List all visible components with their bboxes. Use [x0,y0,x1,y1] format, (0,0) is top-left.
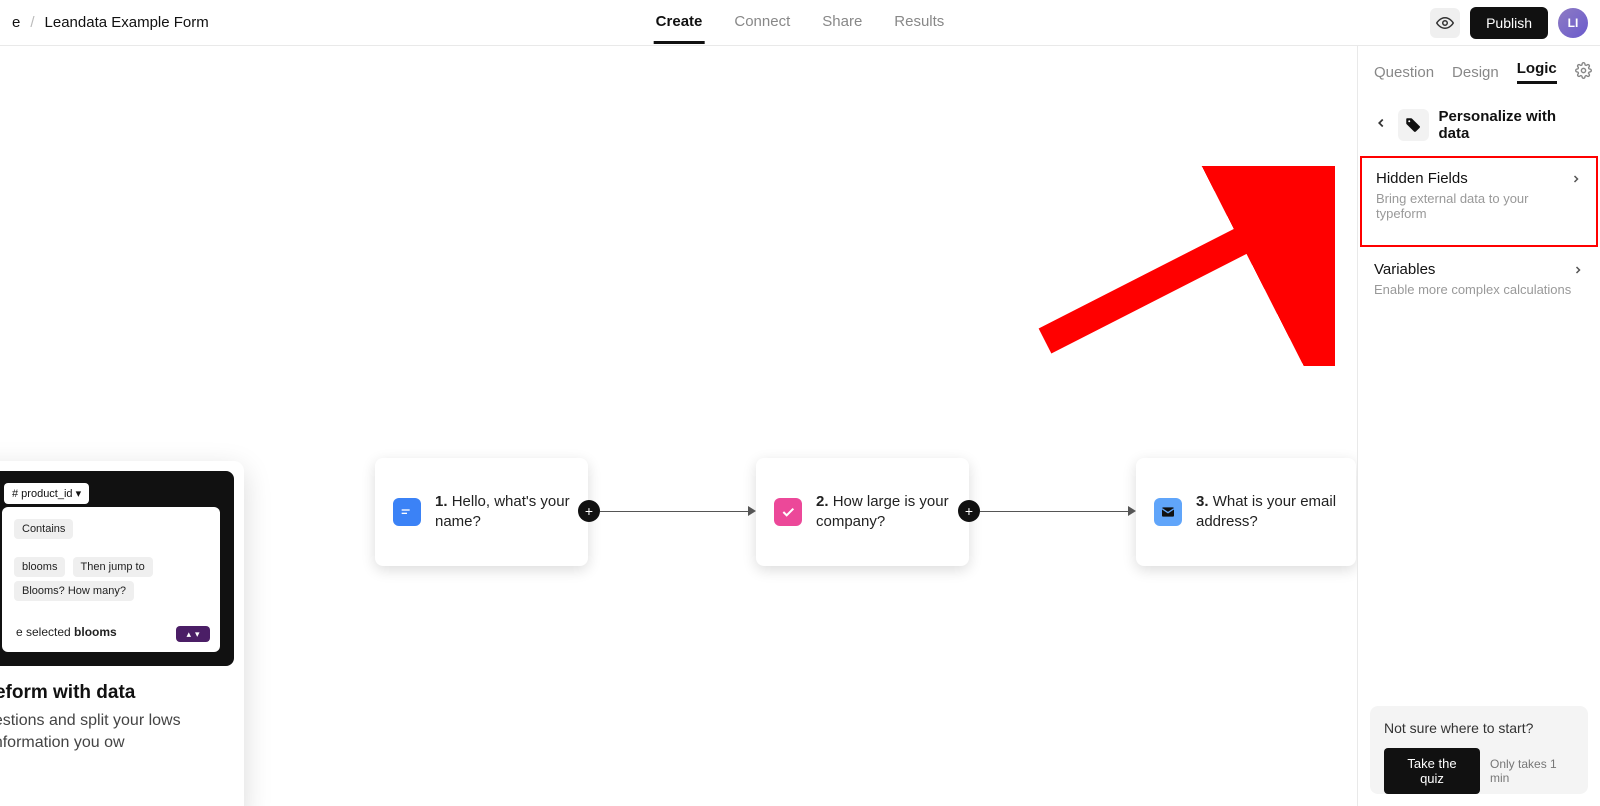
panel-item-title: Hidden Fields [1376,170,1468,187]
preview-button[interactable] [1430,8,1460,38]
promo-mock-screen: # product_id ▾ Contains blooms Then jump… [0,471,234,666]
chevron-right-icon [1572,264,1584,276]
panel-item-variables[interactable]: Variables Enable more complex calculatio… [1358,247,1600,311]
flow-card-text: 3. What is your email address? [1196,492,1338,533]
take-quiz-button[interactable]: Take the quiz [1384,748,1480,794]
promo-body: elevant questions and split your lows ba… [0,710,228,755]
panel-item-hidden-fields[interactable]: Hidden Fields Bring external data to you… [1360,156,1598,247]
email-icon [1154,498,1182,526]
panel-tab-logic[interactable]: Logic [1517,60,1557,84]
tab-create[interactable]: Create [654,2,705,44]
panel-tab-design[interactable]: Design [1452,64,1499,81]
panel-section-header: Personalize with data [1358,94,1600,156]
logic-canvas[interactable]: 1. Hello, what's your name? 2. How large… [0,46,1357,806]
breadcrumb-form-title[interactable]: Leandata Example Form [45,14,209,31]
tab-connect[interactable]: Connect [732,2,792,44]
promo-title: your typeform with data [0,682,228,704]
mock-tag: # product_id ▾ [4,483,89,504]
annotation-arrow [1035,166,1335,366]
breadcrumb-separator: / [30,14,34,31]
short-text-icon [393,498,421,526]
panel-section-title: Personalize with data [1439,108,1584,142]
publish-button[interactable]: Publish [1470,7,1548,39]
flow-card-text: 2. How large is your company? [816,492,951,533]
gear-icon [1575,62,1592,79]
flow-card-text: 1. Hello, what's your name? [435,492,570,533]
flow-card-q2[interactable]: 2. How large is your company? [756,458,969,566]
chevron-right-icon [1570,173,1582,185]
topnav: Create Connect Share Results [654,2,947,44]
eye-icon [1436,14,1454,32]
add-branch-button[interactable]: + [958,500,980,522]
panel-item-sub: Bring external data to your typeform [1376,191,1582,221]
quiz-prompt-text: Not sure where to start? [1384,720,1574,736]
mock-nav-icon: ▴▾ [176,626,210,642]
tab-results[interactable]: Results [892,2,946,44]
personalize-promo-card: # product_id ▾ Contains blooms Then jump… [0,461,244,806]
panel-tab-question[interactable]: Question [1374,64,1434,81]
quiz-prompt: Not sure where to start? Take the quiz O… [1370,706,1588,794]
panel-tabs: Question Design Logic [1358,46,1600,94]
quiz-hint: Only takes 1 min [1490,757,1574,785]
back-button[interactable] [1374,116,1388,135]
arrowhead-icon [748,506,756,516]
panel-item-title: Variables [1374,261,1435,278]
multiple-choice-icon [774,498,802,526]
flow-connector [980,511,1128,512]
breadcrumb: e / Leandata Example Form [12,14,209,31]
flow-connector [600,511,748,512]
topbar-right: Publish LI [1430,7,1588,39]
tag-icon [1398,109,1429,141]
topbar: e / Leandata Example Form Create Connect… [0,0,1600,46]
arrowhead-icon [1128,506,1136,516]
panel-item-sub: Enable more complex calculations [1374,282,1584,297]
panel-settings-button[interactable] [1575,62,1592,83]
avatar[interactable]: LI [1558,8,1588,38]
chevron-left-icon [1374,116,1388,130]
sidepanel: Question Design Logic Personalize with d… [1357,46,1600,806]
add-branch-button[interactable]: + [578,500,600,522]
tab-share[interactable]: Share [820,2,864,44]
flow-card-q3[interactable]: 3. What is your email address? [1136,458,1356,566]
breadcrumb-root[interactable]: e [12,14,20,31]
flow-card-q1[interactable]: 1. Hello, what's your name? [375,458,588,566]
